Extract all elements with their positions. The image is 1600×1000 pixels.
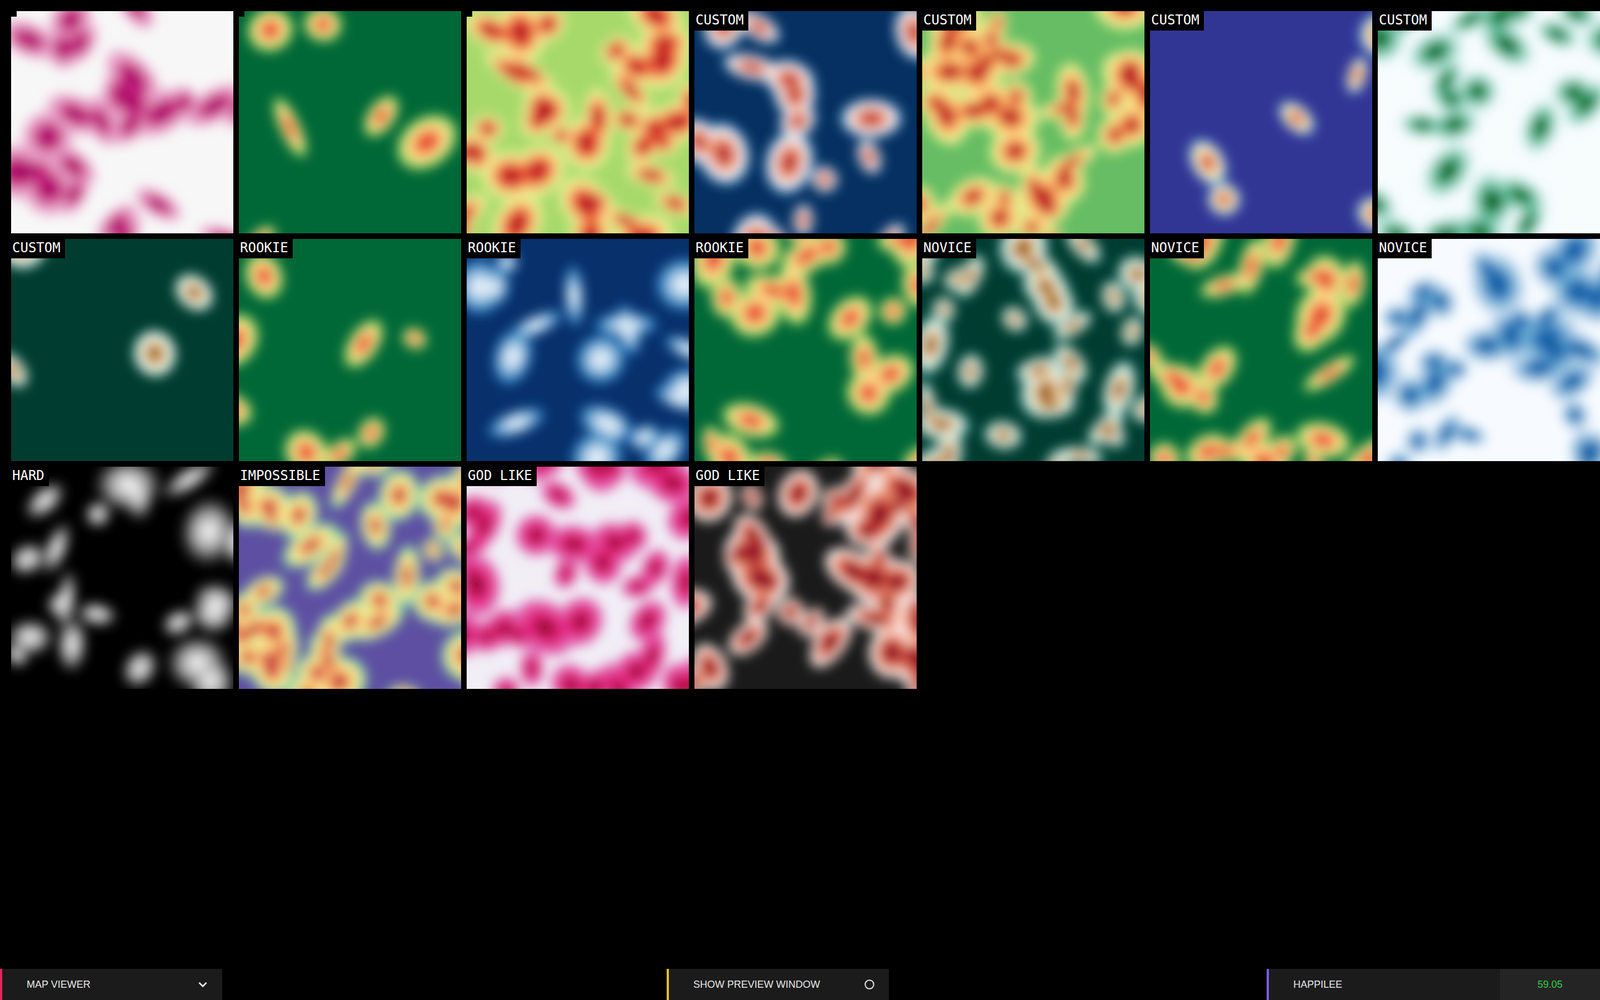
map-preview xyxy=(466,11,689,234)
difficulty-label: ROOKIE xyxy=(466,238,521,259)
map-preview xyxy=(1150,11,1373,234)
bottom-bar: MAP VIEWER SHOW PREVIEW WINDOW HAPPILEE 59.… xyxy=(0,968,1600,1000)
difficulty-label: GOD LIKE xyxy=(694,466,765,487)
map-tile[interactable]: GOD LIKE xyxy=(694,466,917,689)
map-preview xyxy=(694,466,917,689)
map-tile[interactable]: CUSTOM xyxy=(694,11,917,234)
difficulty-label: NOVICE xyxy=(922,238,977,259)
map-preview xyxy=(694,11,917,234)
view-dropdown[interactable]: MAP VIEWER xyxy=(0,968,223,1000)
difficulty-label: NOVICE xyxy=(1150,238,1204,259)
map-preview xyxy=(466,238,689,462)
map-tile[interactable]: GOD LIKE xyxy=(466,466,689,689)
difficulty-label: CUSTOM xyxy=(1377,11,1432,31)
map-tile[interactable]: ROOKIE xyxy=(238,238,462,462)
map-preview xyxy=(1377,238,1600,462)
map-tile[interactable]: CUSTOM xyxy=(11,238,234,462)
map-preview xyxy=(922,238,1145,462)
difficulty-label: GOD LIKE xyxy=(466,466,537,487)
preview-toggle[interactable]: SHOW PREVIEW WINDOW xyxy=(666,968,889,1000)
map-tile[interactable]: NOVICE xyxy=(922,238,1145,462)
map-tile[interactable]: CUSTOM xyxy=(1150,11,1373,234)
map-preview xyxy=(694,238,917,462)
map-tile[interactable]: CUSTOM xyxy=(1377,11,1600,234)
chevron-icon xyxy=(196,978,209,991)
map-tile[interactable]: IMPOSSIBLE xyxy=(238,466,462,689)
map-preview xyxy=(11,11,234,234)
map-tile[interactable]: NOVICE xyxy=(1150,238,1373,462)
map-tile[interactable] xyxy=(466,11,689,234)
preview-label: SHOW PREVIEW WINDOW xyxy=(693,977,820,993)
map-preview xyxy=(11,466,234,689)
difficulty-label xyxy=(238,11,245,17)
map-preview xyxy=(922,11,1145,234)
map-preview xyxy=(466,466,689,689)
map-preview xyxy=(238,466,462,689)
map-tile[interactable]: HARD xyxy=(11,466,234,689)
map-tile[interactable]: CUSTOM xyxy=(922,11,1145,234)
map-tile[interactable]: NOVICE xyxy=(1377,238,1600,462)
map-preview xyxy=(238,11,462,234)
map-tile[interactable]: ROOKIE xyxy=(694,238,917,462)
map-preview xyxy=(238,238,462,462)
difficulty-label: IMPOSSIBLE xyxy=(238,466,325,487)
difficulty-label: ROOKIE xyxy=(238,238,293,259)
map-tile[interactable] xyxy=(238,11,462,234)
map-preview xyxy=(11,238,234,462)
difficulty-label: CUSTOM xyxy=(922,11,977,31)
difficulty-label: CUSTOM xyxy=(1150,11,1204,31)
map-tile[interactable] xyxy=(11,11,234,234)
difficulty-label xyxy=(466,11,473,17)
difficulty-label xyxy=(11,11,17,17)
difficulty-label: HARD xyxy=(11,466,49,487)
map-tile[interactable]: ROOKIE xyxy=(466,238,689,462)
difficulty-label: CUSTOM xyxy=(11,238,65,259)
user-panel: HAPPILEE 59.05 xyxy=(1266,968,1600,1000)
user-score: 59.05 xyxy=(1500,968,1600,1000)
map-preview xyxy=(1377,11,1600,234)
difficulty-label: CUSTOM xyxy=(694,11,749,31)
difficulty-label: NOVICE xyxy=(1377,238,1432,259)
map-preview xyxy=(1150,238,1373,462)
dropdown-label: MAP VIEWER xyxy=(26,977,91,993)
map-grid: CUSTOM CUSTOM CUSTOM CUSTOM CUSTOM ROOKIE ROOK… xyxy=(0,0,1600,969)
difficulty-label: ROOKIE xyxy=(694,238,749,259)
user-name: HAPPILEE xyxy=(1293,977,1343,993)
radio-icon xyxy=(863,978,876,991)
